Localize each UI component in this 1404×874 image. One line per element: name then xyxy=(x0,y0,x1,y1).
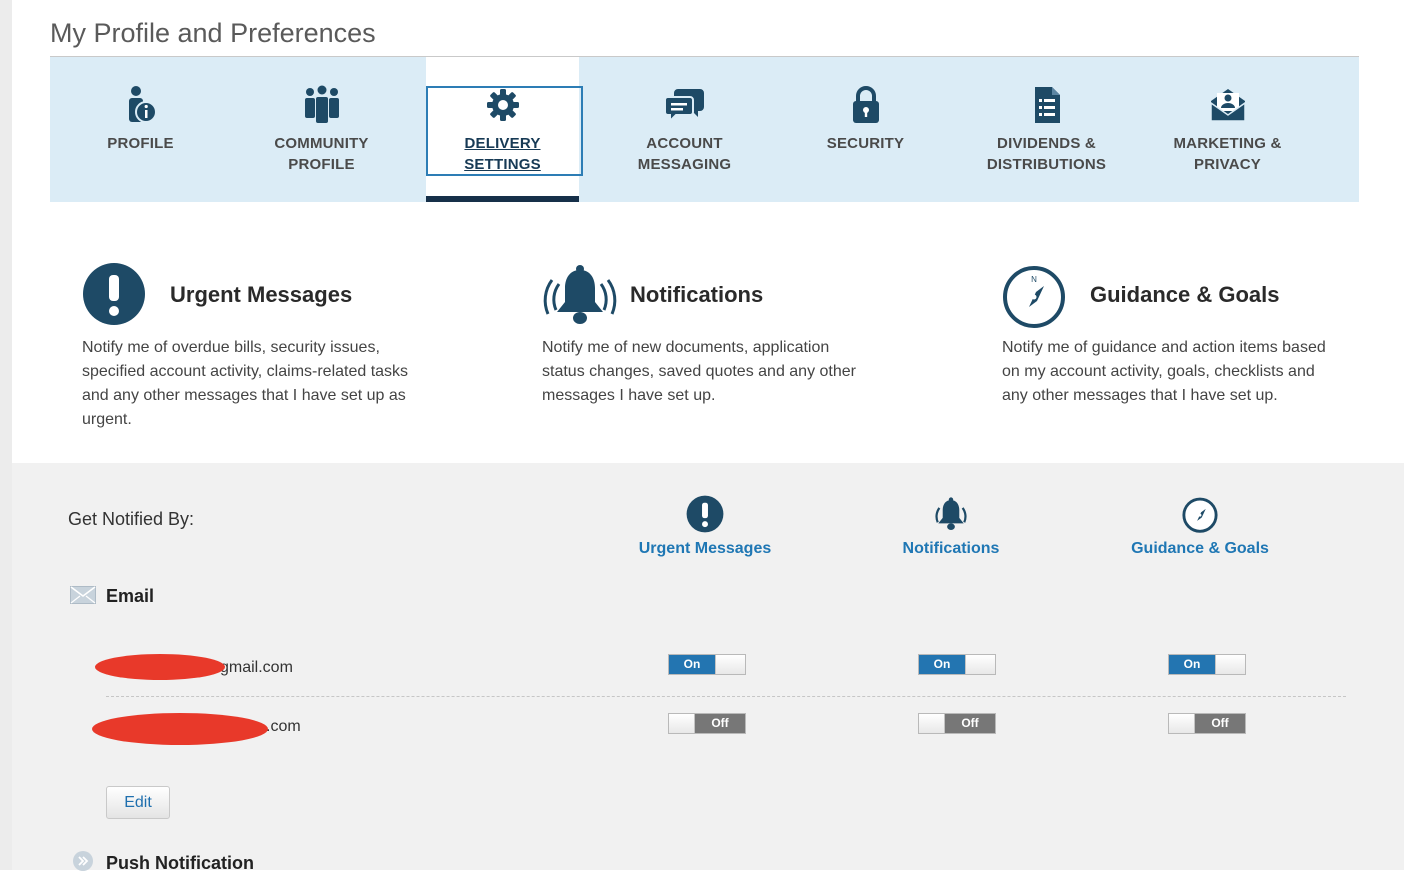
page-title: My Profile and Preferences xyxy=(50,18,376,48)
profile-tab-bar: PROFILE COMMUNITY PROFILE DELIVERY SETTI… xyxy=(50,57,1359,202)
left-edge-strip xyxy=(0,0,12,870)
tab-account-messaging-line1: ACCOUNT xyxy=(646,135,723,152)
lock-icon xyxy=(852,86,879,123)
envelope-person-icon xyxy=(1209,89,1246,122)
column-label: Urgent Messages xyxy=(638,540,772,557)
toggle-state: On xyxy=(1169,655,1215,674)
toggle-knob xyxy=(1215,655,1245,674)
category-title: Notifications xyxy=(630,282,764,307)
chat-bubbles-icon xyxy=(663,89,704,124)
category-description: Notify me of guidance and action items b… xyxy=(1002,339,1326,404)
tab-account-messaging[interactable]: ACCOUNT MESSAGING xyxy=(594,57,775,202)
tab-security[interactable]: SECURITY xyxy=(775,57,956,202)
redaction-mark xyxy=(92,713,268,745)
edit-email-button[interactable]: Edit xyxy=(106,786,170,819)
toggle-knob xyxy=(669,714,695,733)
tab-delivery-line1: DELIVERY xyxy=(464,135,541,152)
redaction-mark xyxy=(95,654,225,680)
tab-delivery-line2: SETTINGS xyxy=(464,156,541,173)
envelope-icon xyxy=(70,586,96,604)
tab-account-messaging-line2: MESSAGING xyxy=(637,156,732,173)
exclamation-circle-icon xyxy=(686,495,724,533)
push-circle-icon xyxy=(73,851,93,871)
toggle-knob xyxy=(965,655,995,674)
toggle-state: Off xyxy=(1195,714,1245,733)
toggle-email1-urgent[interactable]: On xyxy=(668,654,746,675)
tab-security-line1: SECURITY xyxy=(826,135,905,152)
category-description: Notify me of overdue bills, security iss… xyxy=(82,339,409,428)
email-address-1: gmail.com xyxy=(220,659,293,676)
compass-icon xyxy=(1182,497,1218,533)
compass-icon: N xyxy=(1003,266,1065,328)
person-info-icon xyxy=(128,86,157,123)
tab-marketing-line1: MARKETING & xyxy=(1173,135,1282,152)
active-tab-indicator xyxy=(426,196,579,202)
tab-marketing-line2: PRIVACY xyxy=(1194,156,1261,173)
toggle-state: Off xyxy=(695,714,745,733)
svg-text:N: N xyxy=(1031,275,1037,284)
tab-community-line1: COMMUNITY xyxy=(274,135,369,152)
get-notified-by-heading: Get Notified By: xyxy=(68,509,195,529)
row-divider xyxy=(106,696,1346,697)
bell-icon xyxy=(543,265,617,324)
column-header-urgent: Urgent Messages xyxy=(595,495,815,558)
tab-profile-line1: PROFILE xyxy=(107,135,174,152)
toggle-knob xyxy=(919,714,945,733)
column-label: Notifications xyxy=(902,540,1000,557)
document-list-icon xyxy=(1034,87,1060,123)
column-label: Guidance & Goals xyxy=(1131,540,1269,557)
gear-icon xyxy=(486,89,519,121)
toggle-email1-notifications[interactable]: On xyxy=(918,654,996,675)
toggle-state: On xyxy=(919,655,965,674)
toggle-email1-guidance[interactable]: On xyxy=(1168,654,1246,675)
toggle-state: On xyxy=(669,655,715,674)
category-title: Urgent Messages xyxy=(170,282,353,307)
tab-community-line2: PROFILE xyxy=(288,156,355,173)
tab-marketing-privacy[interactable]: MARKETING & PRIVACY xyxy=(1137,57,1318,202)
category-description: Notify me of new documents, application … xyxy=(542,339,856,404)
email-address-2: .com xyxy=(266,718,301,735)
toggle-knob xyxy=(1169,714,1195,733)
toggle-email2-guidance[interactable]: Off xyxy=(1168,713,1246,734)
column-header-notifications: Notifications xyxy=(841,495,1061,558)
tab-delivery-settings[interactable]: DELIVERY SETTINGS xyxy=(426,57,583,202)
push-notification-label: Push Notification xyxy=(106,853,254,873)
column-header-guidance: Guidance & Goals xyxy=(1090,495,1310,558)
people-group-icon xyxy=(304,85,339,123)
tab-dividends-line2: DISTRIBUTIONS xyxy=(986,156,1107,173)
email-section-label: Email xyxy=(106,586,155,606)
tab-dividends-line1: DIVIDENDS & xyxy=(997,135,1096,152)
bell-icon xyxy=(935,497,967,531)
tab-dividends-distributions[interactable]: DIVIDENDS & DISTRIBUTIONS xyxy=(956,57,1137,202)
exclamation-circle-icon xyxy=(83,263,145,325)
category-title: Guidance & Goals xyxy=(1090,282,1280,307)
toggle-email2-notifications[interactable]: Off xyxy=(918,713,996,734)
toggle-state: Off xyxy=(945,714,995,733)
tab-profile[interactable]: PROFILE xyxy=(50,57,231,202)
toggle-knob xyxy=(715,655,745,674)
tab-community-profile[interactable]: COMMUNITY PROFILE xyxy=(231,57,412,202)
toggle-email2-urgent[interactable]: Off xyxy=(668,713,746,734)
